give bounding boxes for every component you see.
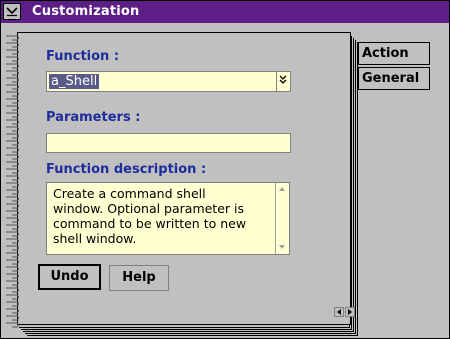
description-label: Function description :	[46, 162, 207, 177]
description-text: Create a command shell window. Optional …	[53, 186, 247, 246]
tab-action[interactable]: Action	[358, 42, 430, 65]
page-navigation	[334, 307, 356, 318]
description-scrollbar[interactable]	[275, 183, 289, 254]
parameters-input[interactable]	[46, 133, 291, 153]
parameters-label: Parameters :	[46, 110, 141, 125]
function-value[interactable]: a_Shell	[49, 74, 100, 89]
function-label: Function :	[46, 49, 120, 64]
chevron-down-icon	[6, 7, 18, 17]
title-bar[interactable]: Customization	[1, 1, 449, 23]
system-menu-button[interactable]	[3, 3, 21, 20]
spiral-binding-icon	[6, 35, 19, 328]
window-title: Customization	[32, 4, 140, 19]
double-chevron-down-icon	[279, 75, 287, 84]
previous-page-button[interactable]	[334, 307, 344, 317]
arrow-right-icon	[348, 309, 352, 315]
scroll-arrows-icon	[279, 187, 285, 249]
customization-window: Customization Function : a_Shell Paramet…	[0, 0, 450, 339]
undo-button[interactable]: Undo	[38, 264, 101, 290]
combo-dropdown-button[interactable]	[276, 72, 290, 91]
arrow-left-icon	[337, 309, 341, 315]
next-page-button[interactable]	[345, 307, 355, 317]
help-button[interactable]: Help	[109, 265, 169, 291]
function-combobox[interactable]: a_Shell	[46, 71, 291, 92]
tab-general[interactable]: General	[358, 67, 430, 90]
description-textarea[interactable]: Create a command shell window. Optional …	[46, 182, 290, 255]
